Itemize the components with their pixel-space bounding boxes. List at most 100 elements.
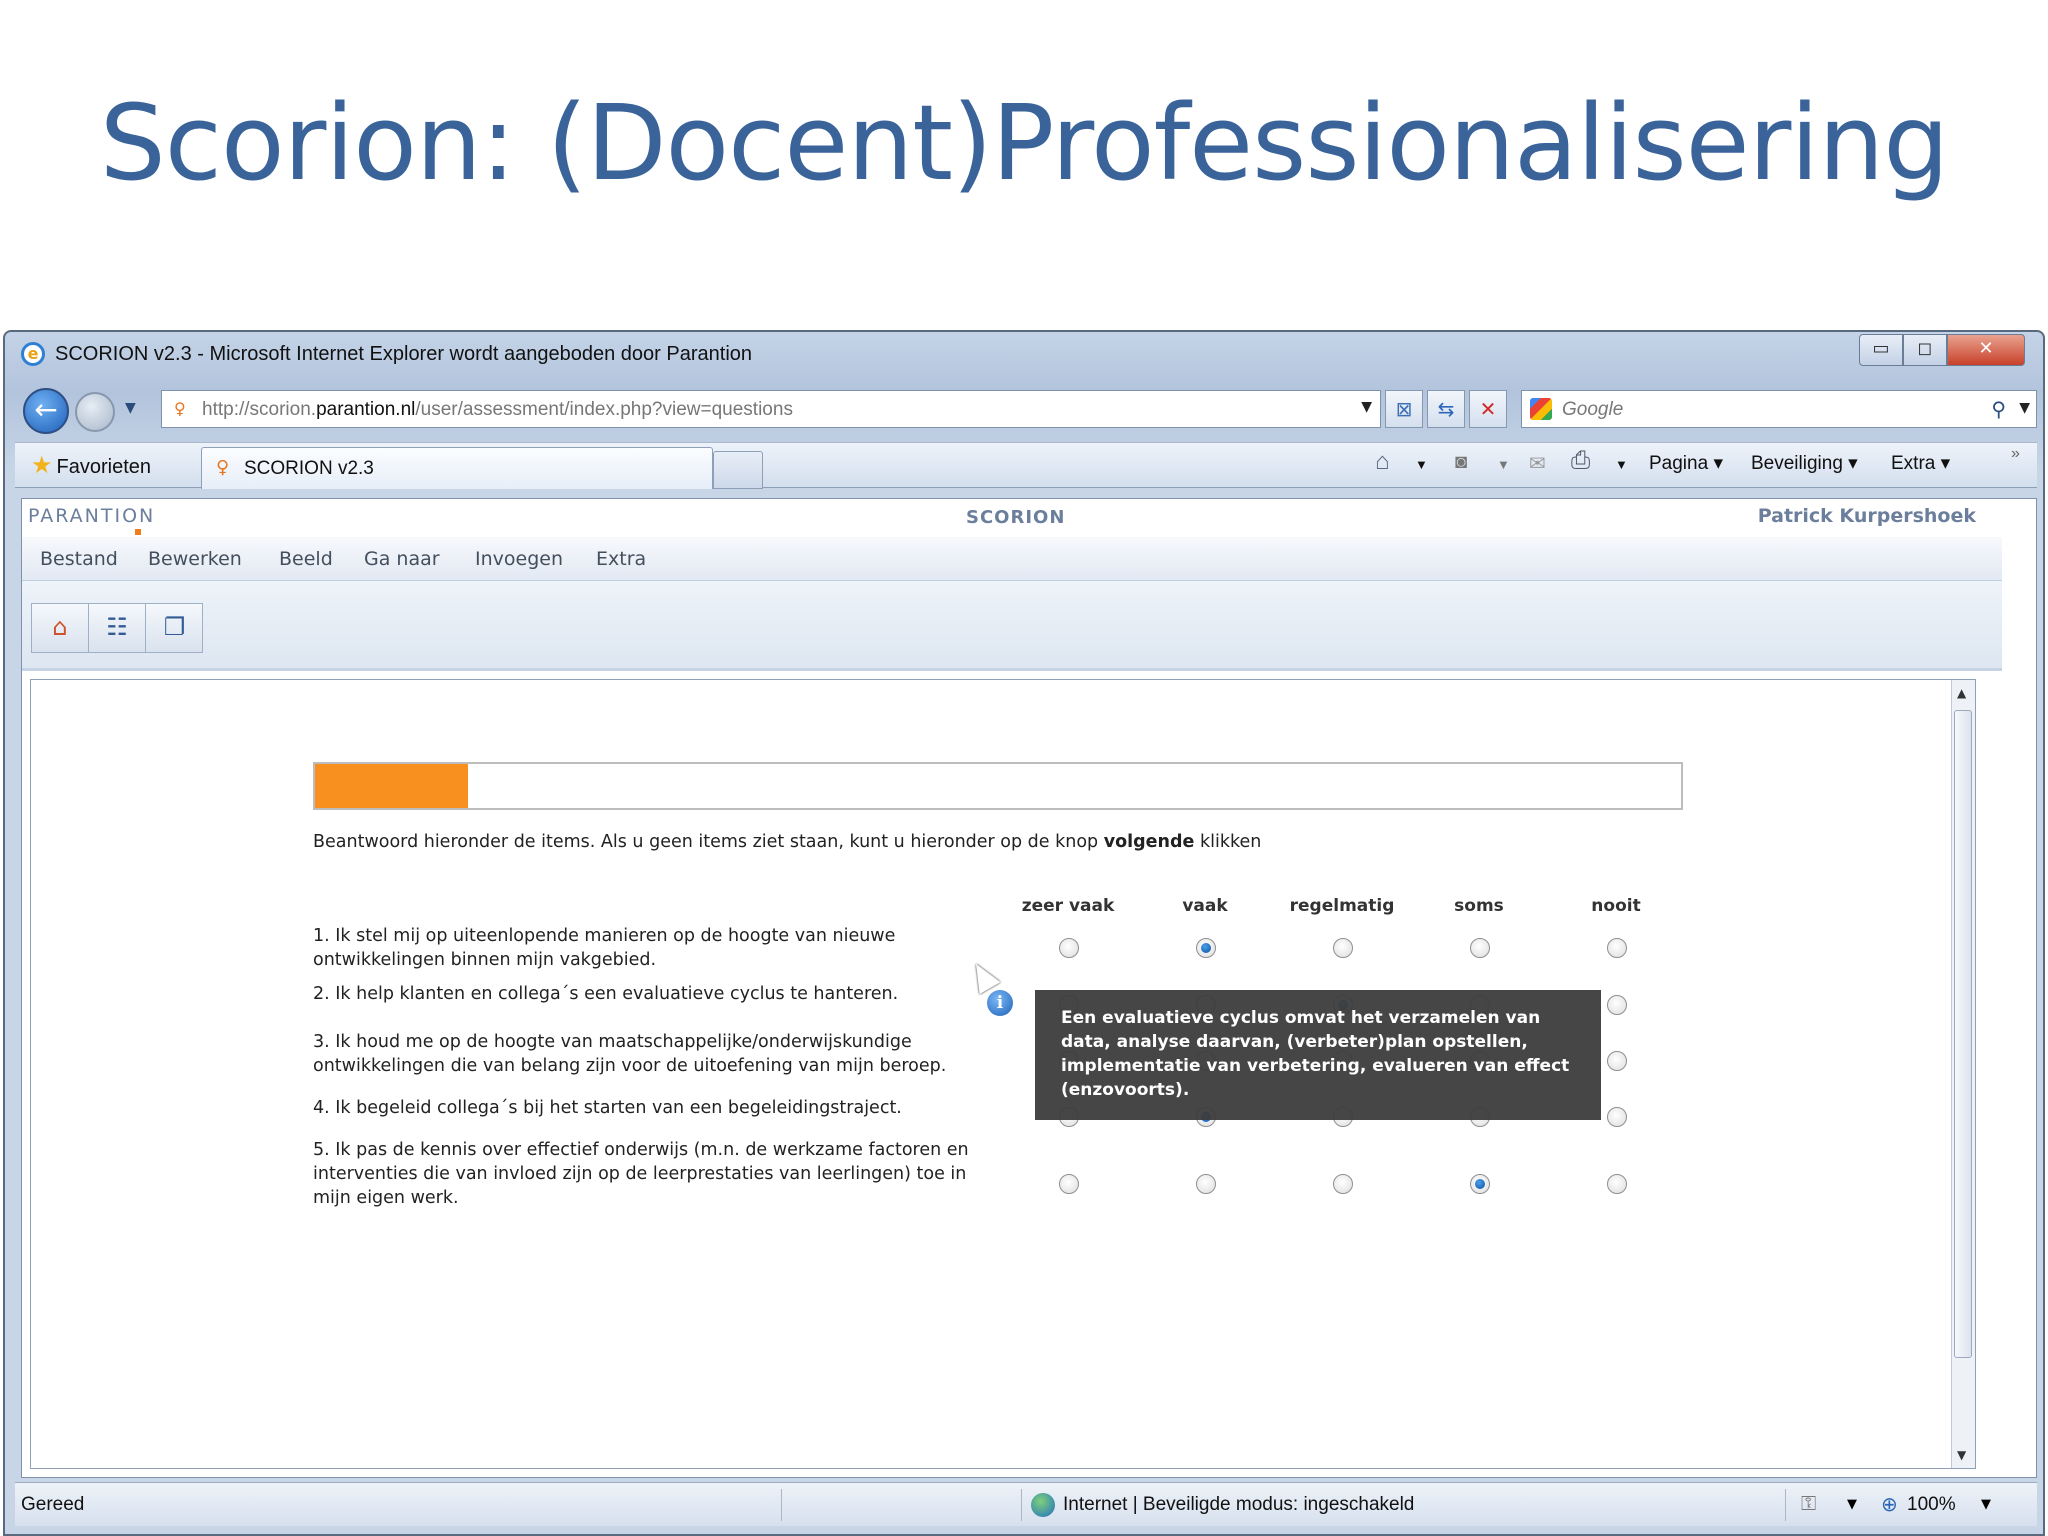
internet-zone-icon <box>1031 1493 1055 1517</box>
survey-content: Beantwoord hieronder de items. Als u gee… <box>30 679 1976 1469</box>
column-header-nooit: nooit <box>1591 896 1641 916</box>
tab-scorion[interactable]: ♀ SCORION v2.3 <box>201 447 713 489</box>
copy-icon[interactable]: ❐ <box>146 604 203 652</box>
window-title: SCORION v2.3 - Microsoft Internet Explor… <box>55 343 753 365</box>
home-dropdown-icon[interactable]: ▼ <box>1415 457 1428 472</box>
tools-menu-button[interactable]: Extra ▾ <box>1891 452 1950 475</box>
feeds-dropdown-icon[interactable]: ▼ <box>1497 457 1510 472</box>
close-button[interactable]: ✕ <box>1947 334 2025 366</box>
star-icon: ★ <box>31 452 53 479</box>
menu-bewerken[interactable]: Bewerken <box>148 548 242 570</box>
home-icon[interactable]: ⌂ <box>1375 448 1390 476</box>
zoom-icon[interactable]: ⊕ <box>1881 1492 1898 1516</box>
page-icon: ♀ <box>216 457 230 478</box>
radio-q5-vaak[interactable] <box>1196 1174 1216 1194</box>
mail-icon[interactable]: ✉ <box>1529 451 1546 476</box>
progress-bar <box>313 762 1683 810</box>
scroll-down-icon[interactable]: ▼ <box>1957 1448 1966 1462</box>
menu-bestand[interactable]: Bestand <box>40 548 118 570</box>
tab-label: SCORION v2.3 <box>244 458 374 479</box>
zoom-level[interactable]: 100% <box>1907 1494 1956 1516</box>
url-domain: parantion.nl <box>316 399 416 420</box>
parantion-logo: PARANTION <box>28 505 156 527</box>
more-chevron-icon[interactable]: » <box>2011 445 2020 463</box>
minimize-button[interactable]: ▭ <box>1859 334 1903 366</box>
url-path: /user/assessment/index.php?view=question… <box>415 399 793 420</box>
status-text: Gereed <box>21 1494 85 1515</box>
url-prefix: http://scorion. <box>202 399 317 420</box>
menu-invoegen[interactable]: Invoegen <box>475 548 563 570</box>
print-dropdown-icon[interactable]: ▼ <box>1615 457 1628 472</box>
radio-q1-regelmatig[interactable] <box>1333 938 1353 958</box>
status-divider <box>1785 1489 1786 1521</box>
address-url[interactable]: http://scorion.parantion.nl/user/assessm… <box>202 399 793 421</box>
radio-q1-nooit[interactable] <box>1607 938 1627 958</box>
search-icon[interactable]: ⚲ <box>1991 397 2006 421</box>
favorites-button[interactable]: ★ Favorieten <box>31 451 151 480</box>
question-2: 2. Ik help klanten en collega´s een eval… <box>313 984 899 1004</box>
slide: Scorion: (Docent)Professionalisering e S… <box>0 0 2048 1536</box>
vertical-scrollbar[interactable]: ▲ ▼ <box>1951 680 1975 1468</box>
search-input[interactable]: Google ⚲ ▼ <box>1521 390 2037 428</box>
forward-button[interactable] <box>75 392 115 432</box>
address-bar[interactable]: ♀ http://scorion.parantion.nl/user/asses… <box>161 390 1381 428</box>
favorites-bar: ★ Favorieten ♀ SCORION v2.3 ⌂ ▼ ◙ ▼ ✉ ⎙ ▼… <box>15 442 2037 489</box>
column-header-zeer-vaak: zeer vaak <box>1021 896 1115 916</box>
window-titlebar: e SCORION v2.3 - Microsoft Internet Expl… <box>5 332 2043 374</box>
radio-q2-nooit[interactable] <box>1607 995 1627 1015</box>
radio-q5-soms[interactable] <box>1470 1174 1490 1194</box>
status-divider <box>1021 1489 1022 1521</box>
page-menu-button[interactable]: Pagina ▾ <box>1649 452 1723 475</box>
column-header-regelmatig: regelmatig <box>1289 896 1395 916</box>
list-icon[interactable]: ☷ <box>89 604 146 652</box>
refresh-icon[interactable]: ⇆ <box>1427 390 1465 428</box>
menu-extra[interactable]: Extra <box>596 548 646 570</box>
favorites-label: Favorieten <box>56 456 152 478</box>
instruction-bold: volgende <box>1103 832 1195 852</box>
radio-q1-vaak[interactable] <box>1196 938 1216 958</box>
user-name[interactable]: Patrick Kurpershoek <box>1758 505 1976 527</box>
menu-ga-naar[interactable]: Ga naar <box>364 548 440 570</box>
status-divider <box>781 1489 782 1521</box>
app-header: PARANTION SCORION Patrick Kurpershoek <box>22 499 2002 537</box>
column-header-soms: soms <box>1454 896 1504 916</box>
radio-q5-regelmatig[interactable] <box>1333 1174 1353 1194</box>
page-icon: ♀ <box>174 399 186 418</box>
radio-q3-nooit[interactable] <box>1607 1051 1627 1071</box>
question-3: 3. Ik houd me op de hoogte van maatschap… <box>313 1032 947 1076</box>
radio-q5-nooit[interactable] <box>1607 1174 1627 1194</box>
print-icon[interactable]: ⎙ <box>1571 447 1590 475</box>
protected-mode-dropdown-icon[interactable]: ▼ <box>1847 1497 1857 1512</box>
radio-q1-zeer-vaak[interactable] <box>1059 938 1079 958</box>
toolbar-group: ⌂ ☷ ❐ <box>31 603 203 653</box>
radio-q4-nooit[interactable] <box>1607 1107 1627 1127</box>
compatibility-view-icon[interactable]: ⊠ <box>1385 390 1423 428</box>
home-icon[interactable]: ⌂ <box>32 604 89 652</box>
scrollbar-thumb[interactable] <box>1954 710 1972 1358</box>
protected-mode-icon[interactable]: ⚿ <box>1801 1491 1816 1515</box>
stop-icon[interactable]: ✕ <box>1469 390 1507 428</box>
instruction-part: Beantwoord hieronder de items. Als u gee… <box>313 832 1104 852</box>
new-tab-button[interactable] <box>713 451 763 489</box>
app-menubar: Bestand Bewerken Beeld Ga naar Invoegen … <box>22 537 2002 581</box>
app-name: SCORION <box>966 507 1066 528</box>
address-dropdown-icon[interactable]: ▼ <box>1361 399 1372 415</box>
zoom-dropdown-icon[interactable]: ▼ <box>1981 1497 1991 1512</box>
browser-window: e SCORION v2.3 - Microsoft Internet Expl… <box>3 330 2045 1536</box>
search-options-chevron-icon[interactable]: ▼ <box>2019 400 2030 416</box>
app-toolbar: ⌂ ☷ ❐ <box>22 581 2002 671</box>
question-4: 4. Ik begeleid collega´s bij het starten… <box>313 1098 902 1118</box>
recent-pages-chevron-icon[interactable]: ▼ <box>125 400 136 416</box>
info-icon[interactable]: i <box>987 990 1013 1016</box>
menu-beeld[interactable]: Beeld <box>279 548 333 570</box>
radio-q5-zeer-vaak[interactable] <box>1059 1174 1079 1194</box>
back-button[interactable]: ← <box>23 388 69 434</box>
maximize-button[interactable]: ◻ <box>1903 334 1947 366</box>
feeds-icon[interactable]: ◙ <box>1455 451 1467 474</box>
radio-q1-soms[interactable] <box>1470 938 1490 958</box>
scroll-up-icon[interactable]: ▲ <box>1957 686 1966 700</box>
column-header-vaak: vaak <box>1182 896 1228 916</box>
safety-menu-button[interactable]: Beveiliging ▾ <box>1751 452 1858 475</box>
logo-dot <box>135 529 141 535</box>
page-viewport: PARANTION SCORION Patrick Kurpershoek Be… <box>21 498 2037 1478</box>
